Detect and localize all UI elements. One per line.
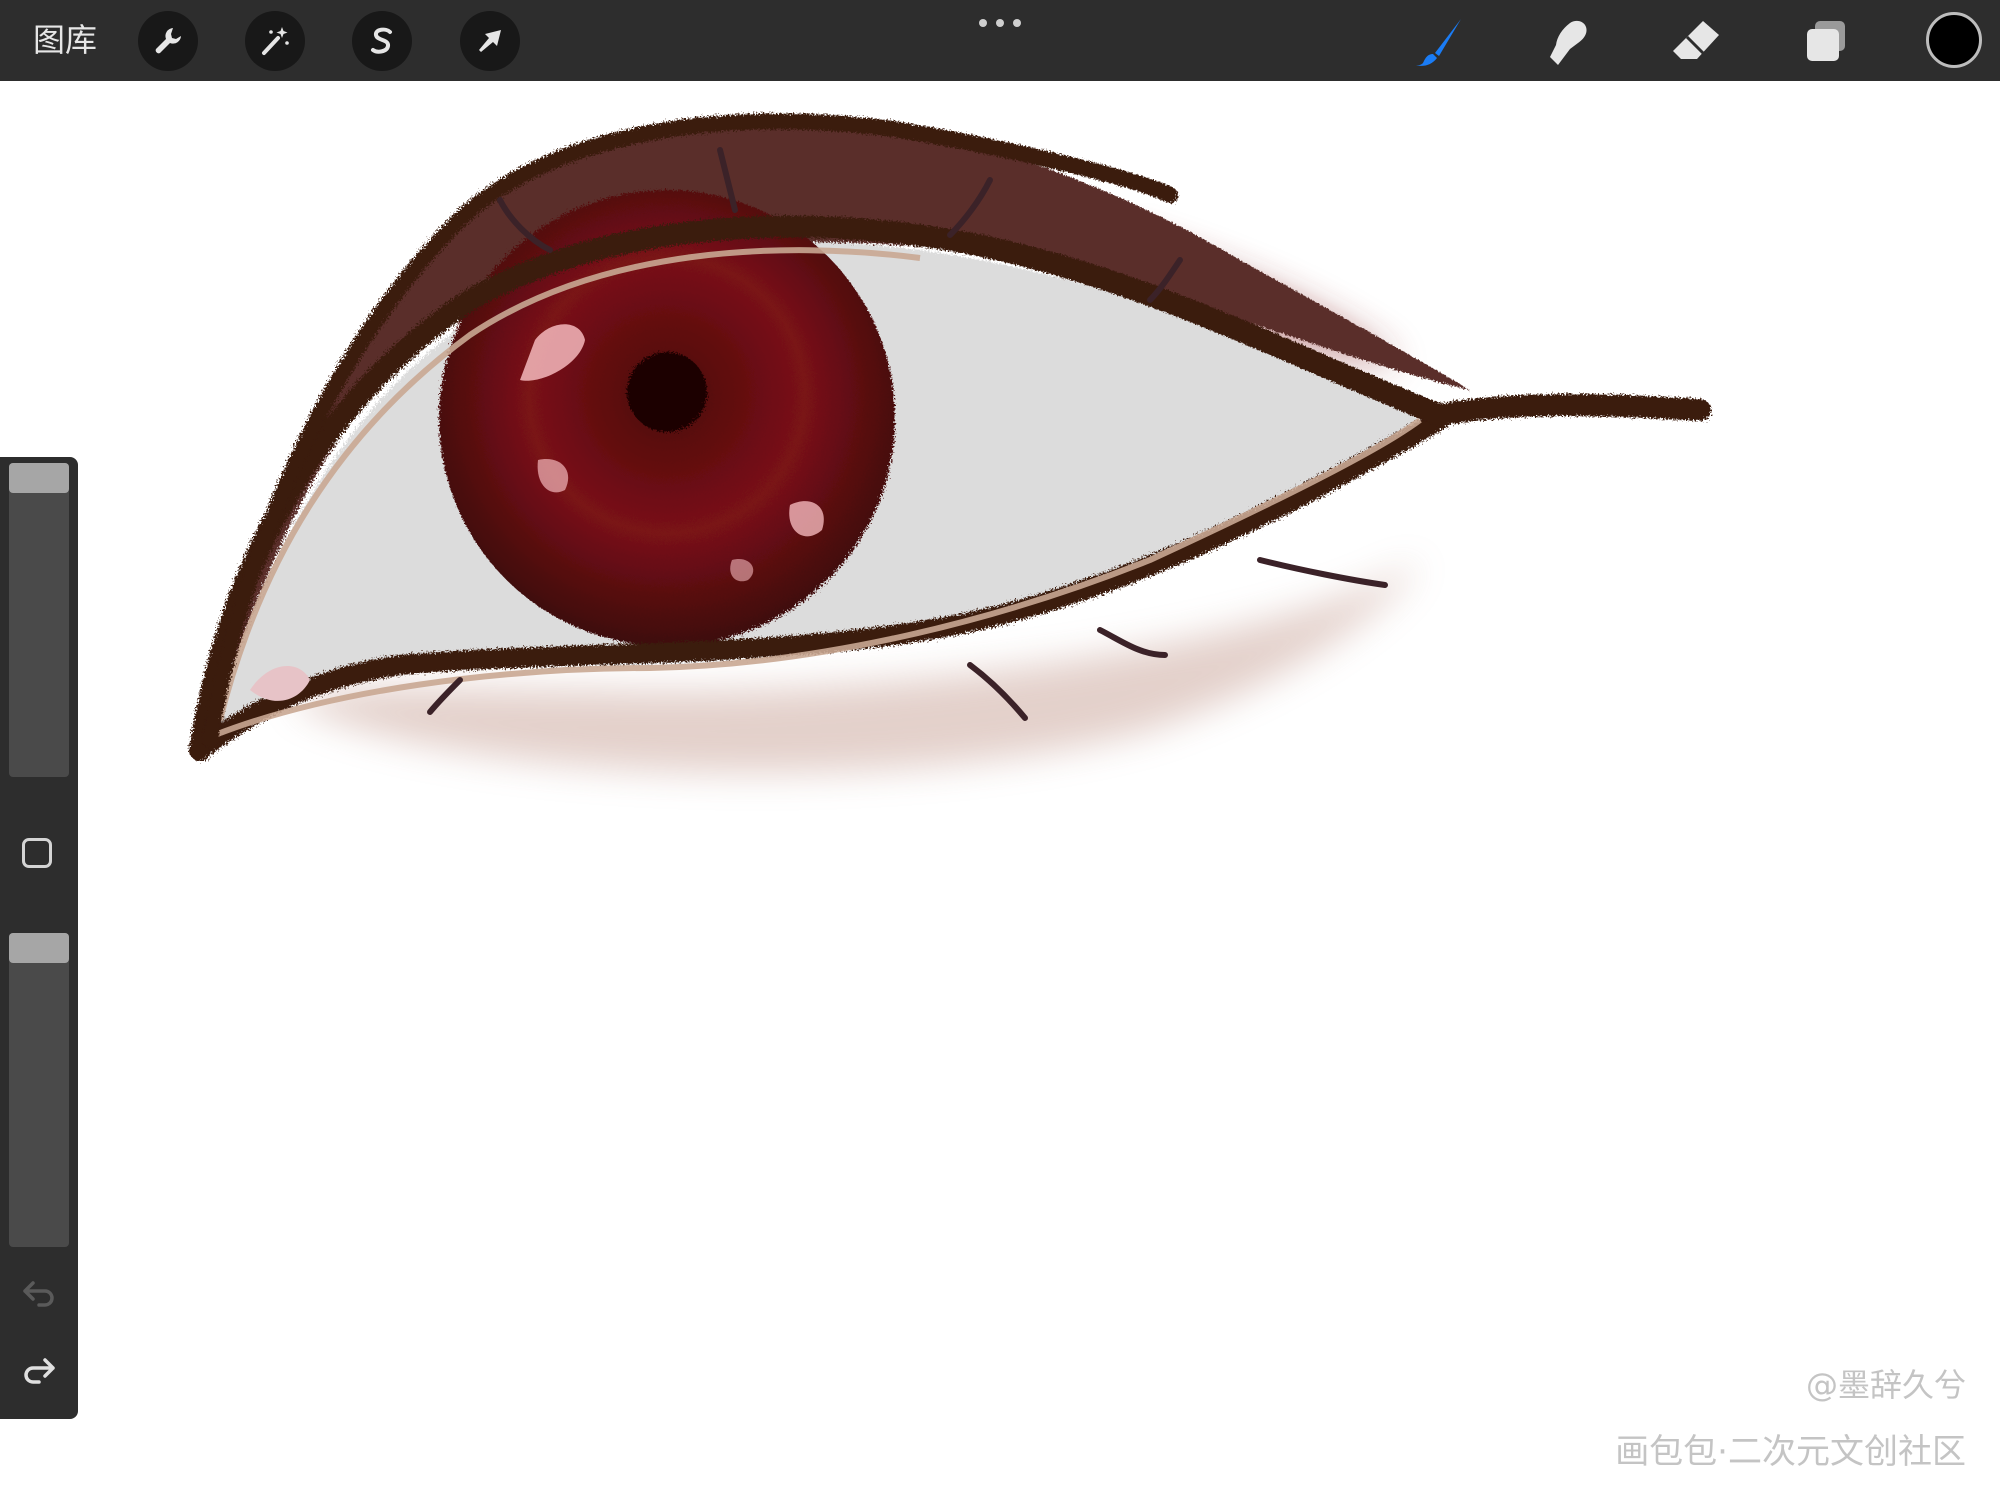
watermark-author: @墨辞久兮: [1805, 1366, 1966, 1404]
gallery-button[interactable]: 图库: [33, 20, 97, 60]
wrench-icon: [155, 28, 181, 54]
square-modifier-icon[interactable]: [22, 838, 52, 868]
eraser-icon: [1673, 21, 1719, 59]
watermark-site: 画包包·二次元文创社区: [1615, 1432, 1966, 1472]
brush-size-slider[interactable]: [9, 463, 69, 777]
actions-button[interactable]: [138, 11, 198, 71]
magic-wand-icon: [262, 27, 289, 55]
smudge-finger-icon: [1550, 20, 1587, 65]
layers-button[interactable]: [1796, 12, 1856, 72]
brush-icon: [1416, 19, 1461, 66]
arrow-cursor-icon: [479, 30, 501, 52]
color-picker-button[interactable]: [1926, 12, 1982, 68]
transform-button[interactable]: [460, 11, 520, 71]
selection-s-icon: [371, 27, 392, 54]
left-sidebar: [0, 457, 78, 1419]
top-toolbar: 图库: [0, 0, 2000, 81]
opacity-thumb[interactable]: [9, 933, 69, 963]
drawing-canvas[interactable]: [0, 81, 2000, 1500]
eraser-tool-button[interactable]: [1666, 12, 1726, 72]
opacity-slider[interactable]: [9, 933, 69, 1247]
eye-artwork: [189, 113, 1711, 773]
smudge-tool-button[interactable]: [1537, 12, 1597, 72]
pupil: [627, 352, 707, 432]
selection-button[interactable]: [352, 11, 412, 71]
adjustments-button[interactable]: [245, 11, 305, 71]
undo-icon: [23, 1281, 54, 1307]
more-menu-button[interactable]: [972, 10, 1028, 36]
redo-icon: [24, 1358, 55, 1384]
brush-tool-button[interactable]: [1410, 12, 1470, 72]
undo-button[interactable]: [19, 1273, 59, 1313]
layers-icon: [1807, 21, 1845, 61]
ellipsis-icon: [979, 19, 987, 27]
redo-button[interactable]: [19, 1350, 59, 1390]
brush-size-thumb[interactable]: [9, 463, 69, 493]
